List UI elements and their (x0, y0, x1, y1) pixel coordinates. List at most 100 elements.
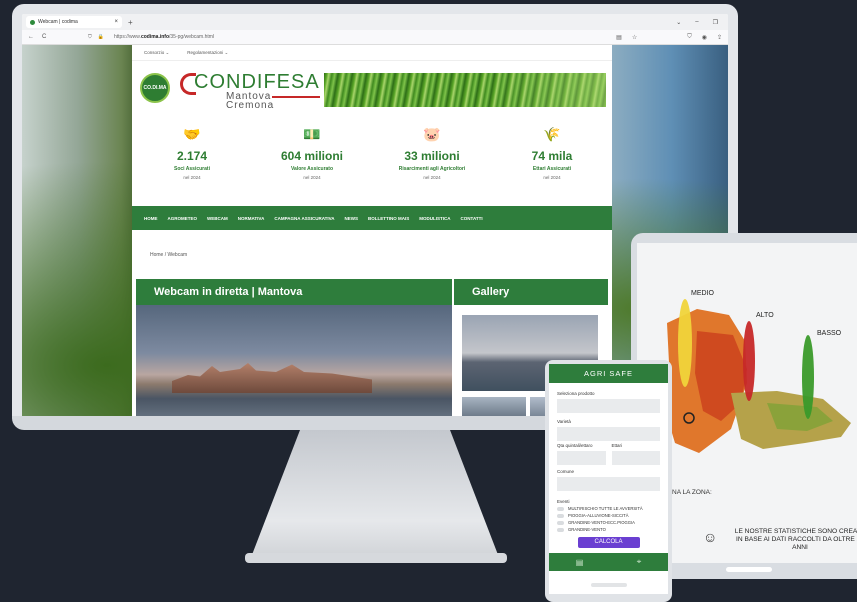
stat-valore: 💵 604 milioni Valore Assicurato nel 2024 (252, 125, 372, 195)
tab-bar: Webcam | codima × + ⌄ – ❐ (22, 14, 728, 30)
account-icon[interactable]: ◉ (702, 34, 707, 41)
evento-option[interactable]: MULTIRISCHIO TUTTE LE AVVERSITÀ (557, 506, 660, 511)
url-field[interactable]: https://www.codima.info/35-pg/webcam.htm… (114, 34, 214, 40)
reader-icon[interactable]: ▤ (616, 34, 622, 41)
breadcrumb[interactable]: Home / Webcam (150, 252, 187, 258)
webcam-title: Webcam in diretta | Mantova (136, 279, 452, 305)
pin-medio (678, 299, 692, 387)
map-pin-icon[interactable]: ⌖ (637, 557, 642, 567)
main-menu: HOME AGROMETEO WEBCAM NORMATIVA CAMPAGNA… (132, 206, 612, 230)
stat-sub: nel 2024 (543, 175, 561, 180)
home-indicator[interactable] (726, 567, 772, 572)
pocket-icon[interactable]: ⛉ (687, 34, 692, 41)
star-icon[interactable]: ☆ (632, 34, 637, 41)
stat-value: 604 milioni (280, 149, 344, 163)
phone-device: AGRI SAFE Seleziona prodotto Varietà Qta… (545, 360, 672, 602)
evento-option[interactable]: GRANDINE-VENTO (557, 527, 660, 532)
tab-close-icon[interactable]: × (114, 19, 118, 25)
codima-logo[interactable]: CO.DI.MA (140, 73, 170, 103)
zone-prompt: ONA LA ZONA: (667, 489, 712, 496)
reload-icon[interactable]: C (42, 34, 46, 40)
menu-home[interactable]: HOME (144, 216, 158, 221)
topnav-regolamentazioni[interactable]: Regolamentazioni ⌄ (187, 50, 228, 56)
stat-value: 33 milioni (404, 149, 460, 163)
toggle-icon (557, 506, 564, 511)
pin-alto (743, 321, 755, 401)
toggle-icon (557, 513, 564, 518)
stat-risarcimenti: 🐷 33 milioni Risarcimenti agli Agricolto… (372, 125, 492, 195)
menu-contatti[interactable]: CONTATTI (461, 216, 483, 221)
window-controls: ⌄ – ❐ (676, 19, 728, 26)
stat-label: Soci Assicurati (174, 166, 210, 172)
browser-tab[interactable]: Webcam | codima × (26, 16, 122, 28)
evento-label: MULTIRISCHIO TUTTE LE AVVERSITÀ (568, 506, 643, 511)
menu-normativa[interactable]: NORMATIVA (238, 216, 265, 221)
money-icon: 💵 (303, 126, 321, 142)
grass-banner-image (324, 73, 606, 107)
label-alto: ALTO (756, 312, 774, 319)
menu-campagna-assicurativa[interactable]: CAMPAGNA ASSICURATIVA (274, 216, 334, 221)
lock-icon: 🔒 (97, 34, 104, 40)
address-bar: ← C ⛉ 🔒 https://www.codima.info/35-pg/we… (22, 30, 728, 45)
pin-basso (802, 335, 814, 419)
comune-select[interactable] (557, 477, 660, 491)
qta-input[interactable] (557, 451, 606, 465)
url-path: /35-pg/webcam.html (169, 34, 215, 40)
stat-soci: 🤝 2.174 Soci Assicurati nel 2024 (132, 125, 252, 195)
stat-ettari: 🌾 74 mila Ettari Assicurati nel 2024 (492, 125, 612, 195)
url-domain: codima.info (140, 34, 170, 40)
field-label-ettari: Ettari (611, 443, 623, 448)
brand-sub-cremona: Cremona (226, 100, 275, 111)
evento-label: GRANDINE-VENTO-ECC.PIOGGIA (568, 520, 635, 525)
webcam-live-image[interactable] (136, 305, 452, 422)
bottom-tab-bar: ▤ ⌖ (549, 553, 668, 571)
document-icon[interactable]: ▤ (576, 558, 584, 567)
evento-label: PIOGGIA-ALLUVIONE-SICCITÀ (568, 513, 629, 518)
menu-bollettino-mais[interactable]: BOLLETTINO MAIS (368, 216, 409, 221)
label-medio: MEDIO (691, 290, 714, 297)
field-label-varieta: Varietà (557, 419, 571, 424)
home-indicator[interactable] (591, 583, 627, 587)
stats-note: LE NOSTRE STATISTICHE SONO CREATE IN BAS… (734, 528, 857, 551)
app-title: AGRI SAFE (549, 364, 668, 383)
site-header: CO.DI.MA CONDIFESA Mantova Cremona (132, 61, 612, 111)
smile-icon: ☺ (703, 529, 718, 545)
prodotto-select[interactable] (557, 399, 660, 413)
tab-list-icon[interactable]: ⌄ (676, 19, 681, 26)
stat-label: Risarcimenti agli Agricoltori (398, 166, 466, 172)
new-tab-button[interactable]: + (128, 18, 133, 27)
back-icon[interactable]: ← (28, 34, 34, 40)
phone-screen: AGRI SAFE Seleziona prodotto Varietà Qta… (549, 364, 668, 594)
field-label-prodotto: Seleziona prodotto (557, 391, 595, 396)
field-label-comune: Comune (557, 469, 575, 474)
agrisafe-form: Seleziona prodotto Varietà Qta quintali/… (549, 383, 668, 548)
web-page: Consorzio ⌄ Regolamentazioni ⌄ CO.DI.MA … (132, 45, 612, 422)
maximize-icon[interactable]: ❐ (713, 19, 718, 26)
brand-line (272, 96, 320, 98)
ettari-input[interactable] (611, 451, 660, 465)
stats-row: 🤝 2.174 Soci Assicurati nel 2024 💵 604 m… (132, 125, 612, 195)
favicon-icon (30, 19, 35, 25)
evento-option[interactable]: GRANDINE-VENTO-ECC.PIOGGIA (557, 520, 660, 525)
label-basso: BASSO (817, 330, 842, 337)
field-label-qta: Qta quintali/ettaro (557, 443, 593, 448)
menu-modulistica[interactable]: MODULISTICA (419, 216, 450, 221)
menu-news[interactable]: NEWS (345, 216, 359, 221)
varieta-select[interactable] (557, 427, 660, 441)
topnav-consorzio[interactable]: Consorzio ⌄ (144, 50, 169, 56)
toggle-icon (557, 520, 564, 525)
menu-webcam[interactable]: WEBCAM (207, 216, 228, 221)
shield-icon[interactable]: ⛉ (88, 34, 92, 40)
minimize-icon[interactable]: – (695, 19, 698, 26)
stat-sub: nel 2024 (423, 175, 441, 180)
calcola-button[interactable]: CALCOLA (577, 537, 640, 548)
extensions-icon[interactable]: ⇪ (717, 34, 722, 41)
stat-value: 2.174 (176, 149, 208, 163)
menu-agrometeo[interactable]: AGROMETEO (168, 216, 198, 221)
monitor-stand (250, 430, 500, 560)
tab-title: Webcam | codima (38, 19, 78, 25)
gallery-title: Gallery (454, 279, 608, 305)
piggy-bank-icon: 🐷 (423, 126, 441, 142)
evento-option[interactable]: PIOGGIA-ALLUVIONE-SICCITÀ (557, 513, 660, 518)
handshake-icon: 🤝 (183, 126, 201, 142)
